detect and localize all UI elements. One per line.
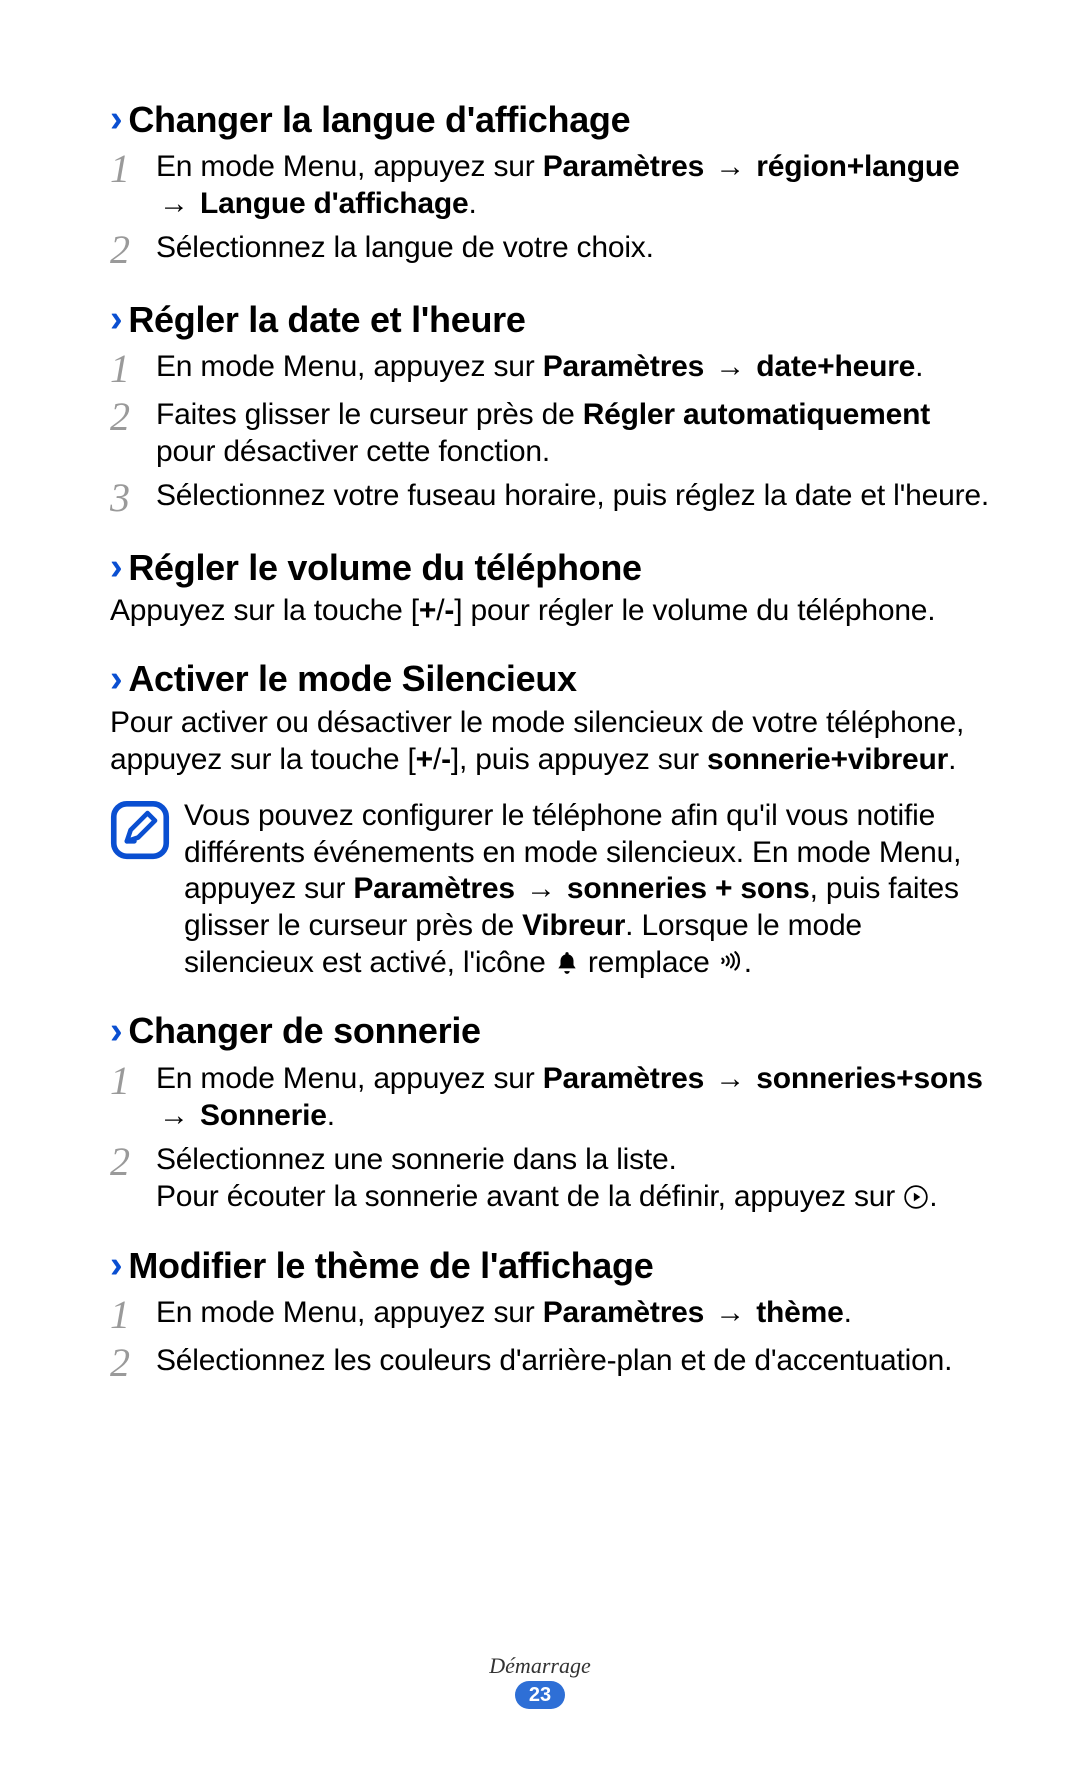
step-number: 1 (110, 349, 156, 389)
arrow-right-icon: → (159, 186, 189, 223)
chevron-right-icon: › (110, 658, 122, 701)
step-number: 2 (110, 1142, 156, 1182)
section-heading-text: Régler le volume du téléphone (128, 547, 641, 589)
arrow-right-icon: → (715, 1295, 745, 1332)
step: 1En mode Menu, appuyez sur Paramètres → … (110, 1061, 990, 1134)
bell-icon (554, 945, 580, 982)
note-text: Vous pouvez configurer le téléphone afin… (184, 798, 990, 982)
chevron-right-icon: › (110, 546, 122, 589)
step-number: 3 (110, 478, 156, 518)
step-text: En mode Menu, appuyez sur Paramètres → d… (156, 349, 990, 386)
page-footer: Démarrage 23 (0, 1653, 1080, 1709)
arrow-right-icon: → (526, 871, 556, 908)
note: Vous pouvez configurer le téléphone afin… (110, 798, 990, 982)
chevron-right-icon: › (110, 298, 122, 341)
step-number: 2 (110, 230, 156, 270)
step-number: 1 (110, 1295, 156, 1335)
vibrate-icon (718, 945, 744, 982)
chevron-right-icon: › (110, 98, 122, 141)
step: 2Sélectionnez la langue de votre choix. (110, 230, 990, 270)
page: ›Changer la langue d'affichage1En mode M… (0, 0, 1080, 1771)
step: 1En mode Menu, appuyez sur Paramètres → … (110, 349, 990, 389)
step-text: En mode Menu, appuyez sur Paramètres → s… (156, 1061, 990, 1134)
arrow-right-icon: → (715, 149, 745, 186)
play-circle-icon (903, 1179, 929, 1216)
step: 3Sélectionnez votre fuseau horaire, puis… (110, 478, 990, 518)
section-heading-text: Modifier le thème de l'affichage (128, 1245, 653, 1287)
step-text: Sélectionnez une sonnerie dans la liste.… (156, 1142, 990, 1216)
step-text: Faites glisser le curseur près de Régler… (156, 397, 990, 470)
section-heading: ›Activer le mode Silencieux (110, 658, 990, 701)
section-heading-text: Régler la date et l'heure (128, 299, 525, 341)
section-paragraph: Appuyez sur la touche [+/-] pour régler … (110, 593, 990, 630)
section-heading: ›Régler la date et l'heure (110, 298, 990, 341)
chevron-right-icon: › (110, 1244, 122, 1287)
arrow-right-icon: → (715, 349, 745, 386)
page-number: 23 (515, 1681, 565, 1709)
footer-chapter-label: Démarrage (0, 1653, 1080, 1679)
pencil-square-icon (110, 800, 170, 860)
section-heading: ›Régler le volume du téléphone (110, 546, 990, 589)
step: 2Sélectionnez une sonnerie dans la liste… (110, 1142, 990, 1216)
chevron-right-icon: › (110, 1010, 122, 1053)
section-heading-text: Changer la langue d'affichage (128, 99, 630, 141)
step: 2Sélectionnez les couleurs d'arrière-pla… (110, 1343, 990, 1383)
arrow-right-icon: → (715, 1061, 745, 1098)
content: ›Changer la langue d'affichage1En mode M… (110, 98, 990, 1383)
arrow-right-icon: → (159, 1098, 189, 1135)
step: 1En mode Menu, appuyez sur Paramètres → … (110, 149, 990, 222)
step-text: En mode Menu, appuyez sur Paramètres → r… (156, 149, 990, 222)
section-heading: ›Changer de sonnerie (110, 1010, 990, 1053)
section-heading: ›Changer la langue d'affichage (110, 98, 990, 141)
step-number: 1 (110, 149, 156, 189)
step-text: En mode Menu, appuyez sur Paramètres → t… (156, 1295, 990, 1332)
step-number: 2 (110, 397, 156, 437)
section-heading-text: Changer de sonnerie (128, 1010, 480, 1052)
step-text: Sélectionnez la langue de votre choix. (156, 230, 990, 267)
step: 1En mode Menu, appuyez sur Paramètres → … (110, 1295, 990, 1335)
step-text: Sélectionnez votre fuseau horaire, puis … (156, 478, 990, 515)
step-text: Sélectionnez les couleurs d'arrière-plan… (156, 1343, 990, 1380)
step-number: 1 (110, 1061, 156, 1101)
step: 2Faites glisser le curseur près de Régle… (110, 397, 990, 470)
step-number: 2 (110, 1343, 156, 1383)
section-heading-text: Activer le mode Silencieux (128, 658, 576, 700)
section-heading: ›Modifier le thème de l'affichage (110, 1244, 990, 1287)
section-paragraph: Pour activer ou désactiver le mode silen… (110, 705, 990, 778)
